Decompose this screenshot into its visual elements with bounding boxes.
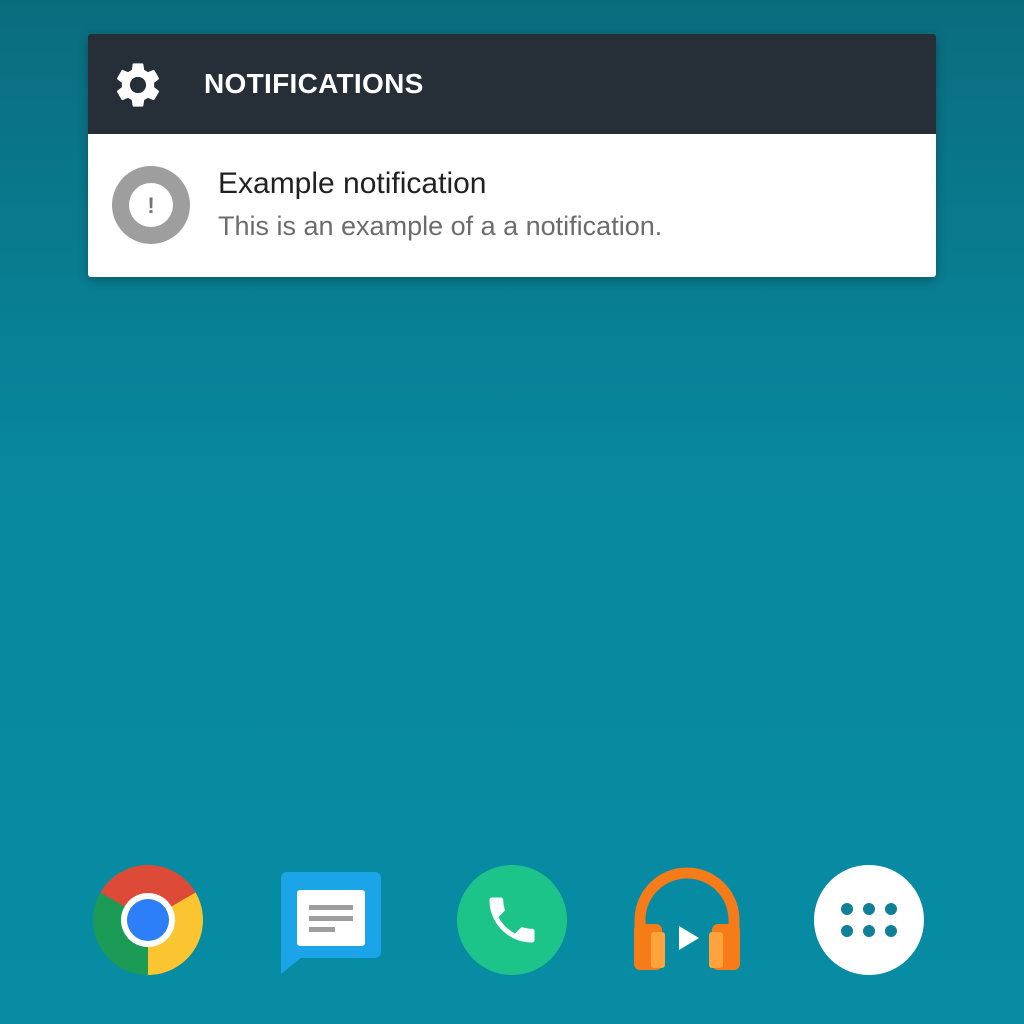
- notification-body: This is an example of a a notification.: [218, 211, 663, 241]
- chrome-icon[interactable]: [92, 864, 204, 976]
- settings-button[interactable]: [110, 58, 166, 112]
- notification-item[interactable]: ! Example notification This is an exampl…: [88, 134, 936, 277]
- gear-icon: [116, 63, 160, 107]
- alert-icon: !: [112, 166, 190, 244]
- notifications-widget-header: NOTIFICATIONS: [88, 34, 936, 134]
- messages-icon[interactable]: [279, 870, 383, 976]
- notifications-title: NOTIFICATIONS: [204, 68, 424, 99]
- svg-text:!: !: [147, 193, 154, 218]
- phone-icon[interactable]: [456, 864, 568, 976]
- notification-title: Example notification: [218, 167, 487, 200]
- headphones-icon[interactable]: [630, 862, 744, 974]
- notifications-widget: NOTIFICATIONS ! Example notification Thi…: [88, 34, 936, 277]
- app-drawer-icon[interactable]: [813, 864, 925, 976]
